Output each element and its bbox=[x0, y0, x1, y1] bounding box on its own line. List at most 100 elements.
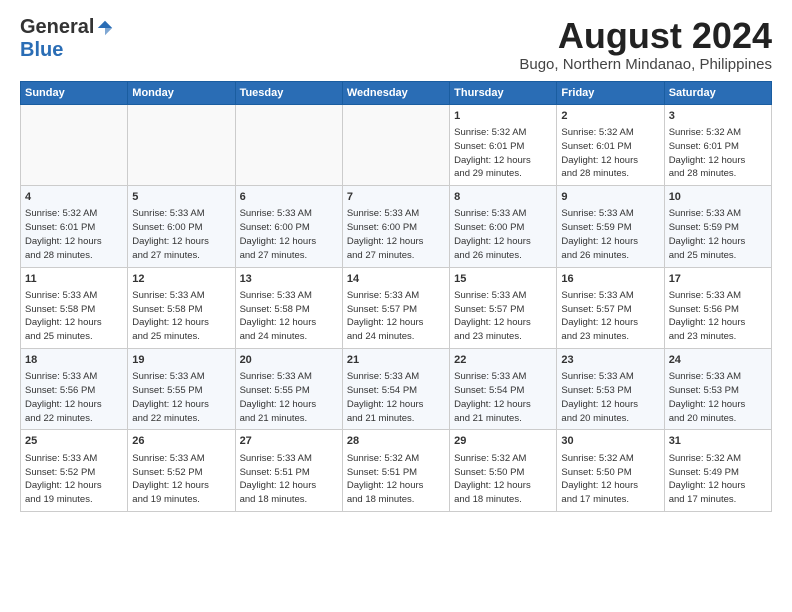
day-info: Sunrise: 5:33 AM Sunset: 5:58 PM Dayligh… bbox=[132, 289, 230, 344]
day-info: Sunrise: 5:33 AM Sunset: 5:56 PM Dayligh… bbox=[25, 370, 123, 425]
calendar-cell: 15Sunrise: 5:33 AM Sunset: 5:57 PM Dayli… bbox=[450, 267, 557, 348]
logo-blue-text: Blue bbox=[20, 39, 63, 61]
day-info: Sunrise: 5:33 AM Sunset: 5:52 PM Dayligh… bbox=[25, 452, 123, 507]
calendar-cell bbox=[342, 104, 449, 185]
calendar-week-row: 11 Sunrise: 5:33 AM Sunset: 5:58 PM Dayli… bbox=[21, 267, 772, 348]
day-info: Sunrise: 5:32 AM Sunset: 5:50 PM Dayligh… bbox=[561, 452, 659, 507]
calendar-cell bbox=[128, 104, 235, 185]
calendar-cell: 20 Sunrise: 5:33 AM Sunset: 5:55 PM Dayli… bbox=[235, 348, 342, 429]
calendar-cell: 26 Sunrise: 5:33 AM Sunset: 5:52 PM Dayli… bbox=[128, 430, 235, 511]
day-info: Sunrise: 5:33 AM Sunset: 6:00 PM Dayligh… bbox=[454, 207, 552, 262]
calendar-cell: 7Sunrise: 5:33 AM Sunset: 6:00 PM Daylig… bbox=[342, 186, 449, 267]
calendar-cell: 3 Sunrise: 5:32 AM Sunset: 6:01 PM Daylig… bbox=[664, 104, 771, 185]
day-info: Sunrise: 5:33 AM Sunset: 5:52 PM Dayligh… bbox=[132, 452, 230, 507]
calendar-cell: 17 Sunrise: 5:33 AM Sunset: 5:56 PM Dayli… bbox=[664, 267, 771, 348]
page-header: General Blue August 2024 Bugo, Northern … bbox=[20, 16, 772, 73]
day-number: 2 bbox=[561, 109, 659, 124]
day-number: 23 bbox=[561, 353, 659, 368]
day-number: 4 bbox=[25, 190, 123, 205]
day-number: 24 bbox=[669, 353, 767, 368]
day-number: 3 bbox=[669, 109, 767, 124]
day-number: 5 bbox=[132, 190, 230, 205]
day-number: 21 bbox=[347, 353, 445, 368]
calendar-cell: 14 Sunrise: 5:33 AM Sunset: 5:57 PM Dayli… bbox=[342, 267, 449, 348]
day-number: 7 bbox=[347, 190, 445, 205]
day-number: 10 bbox=[669, 190, 767, 205]
calendar-cell: 4 Sunrise: 5:32 AM Sunset: 6:01 PM Daylig… bbox=[21, 186, 128, 267]
day-info: Sunrise: 5:32 AM Sunset: 5:50 PM Dayligh… bbox=[454, 452, 552, 507]
weekday-header-thursday: Thursday bbox=[450, 81, 557, 104]
calendar-cell: 1Sunrise: 5:32 AM Sunset: 6:01 PM Daylig… bbox=[450, 104, 557, 185]
weekday-header-sunday: Sunday bbox=[21, 81, 128, 104]
day-number: 28 bbox=[347, 434, 445, 449]
calendar-cell: 10 Sunrise: 5:33 AM Sunset: 5:59 PM Dayli… bbox=[664, 186, 771, 267]
weekday-header-saturday: Saturday bbox=[664, 81, 771, 104]
calendar-cell bbox=[235, 104, 342, 185]
calendar-cell: 27 Sunrise: 5:33 AM Sunset: 5:51 PM Dayli… bbox=[235, 430, 342, 511]
day-number: 12 bbox=[132, 272, 230, 287]
day-number: 26 bbox=[132, 434, 230, 449]
day-number: 20 bbox=[240, 353, 338, 368]
calendar-cell: 12 Sunrise: 5:33 AM Sunset: 5:58 PM Dayli… bbox=[128, 267, 235, 348]
weekday-header-friday: Friday bbox=[557, 81, 664, 104]
weekday-header-wednesday: Wednesday bbox=[342, 81, 449, 104]
day-info: Sunrise: 5:33 AM Sunset: 5:55 PM Dayligh… bbox=[132, 370, 230, 425]
calendar-cell: 11 Sunrise: 5:33 AM Sunset: 5:58 PM Dayli… bbox=[21, 267, 128, 348]
day-info: Sunrise: 5:33 AM Sunset: 5:53 PM Dayligh… bbox=[561, 370, 659, 425]
calendar-week-row: 1Sunrise: 5:32 AM Sunset: 6:01 PM Daylig… bbox=[21, 104, 772, 185]
calendar-cell: 24 Sunrise: 5:33 AM Sunset: 5:53 PM Dayli… bbox=[664, 348, 771, 429]
day-number: 6 bbox=[240, 190, 338, 205]
day-info: Sunrise: 5:33 AM Sunset: 5:54 PM Dayligh… bbox=[347, 370, 445, 425]
day-info: Sunrise: 5:33 AM Sunset: 5:58 PM Dayligh… bbox=[25, 289, 123, 344]
day-info: Sunrise: 5:32 AM Sunset: 6:01 PM Dayligh… bbox=[561, 126, 659, 181]
day-number: 16 bbox=[561, 272, 659, 287]
logo-general-text: General bbox=[20, 16, 94, 39]
calendar-cell: 29Sunrise: 5:32 AM Sunset: 5:50 PM Dayli… bbox=[450, 430, 557, 511]
day-number: 30 bbox=[561, 434, 659, 449]
calendar-week-row: 18 Sunrise: 5:33 AM Sunset: 5:56 PM Dayli… bbox=[21, 348, 772, 429]
day-info: Sunrise: 5:33 AM Sunset: 6:00 PM Dayligh… bbox=[132, 207, 230, 262]
day-number: 27 bbox=[240, 434, 338, 449]
day-info: Sunrise: 5:33 AM Sunset: 5:59 PM Dayligh… bbox=[561, 207, 659, 262]
calendar-week-row: 4 Sunrise: 5:32 AM Sunset: 6:01 PM Daylig… bbox=[21, 186, 772, 267]
logo-icon bbox=[96, 19, 114, 37]
day-number: 8 bbox=[454, 190, 552, 205]
day-info: Sunrise: 5:33 AM Sunset: 5:51 PM Dayligh… bbox=[240, 452, 338, 507]
calendar-cell: 19 Sunrise: 5:33 AM Sunset: 5:55 PM Dayli… bbox=[128, 348, 235, 429]
calendar-cell: 25 Sunrise: 5:33 AM Sunset: 5:52 PM Dayli… bbox=[21, 430, 128, 511]
calendar-cell bbox=[21, 104, 128, 185]
day-number: 14 bbox=[347, 272, 445, 287]
calendar-cell: 18 Sunrise: 5:33 AM Sunset: 5:56 PM Dayli… bbox=[21, 348, 128, 429]
logo: General Blue bbox=[20, 16, 114, 62]
day-number: 11 bbox=[25, 272, 123, 287]
calendar-cell: 21 Sunrise: 5:33 AM Sunset: 5:54 PM Dayli… bbox=[342, 348, 449, 429]
calendar-cell: 9 Sunrise: 5:33 AM Sunset: 5:59 PM Daylig… bbox=[557, 186, 664, 267]
day-info: Sunrise: 5:33 AM Sunset: 5:57 PM Dayligh… bbox=[347, 289, 445, 344]
day-number: 19 bbox=[132, 353, 230, 368]
calendar-cell: 28Sunrise: 5:32 AM Sunset: 5:51 PM Dayli… bbox=[342, 430, 449, 511]
day-info: Sunrise: 5:33 AM Sunset: 5:56 PM Dayligh… bbox=[669, 289, 767, 344]
day-info: Sunrise: 5:33 AM Sunset: 5:53 PM Dayligh… bbox=[669, 370, 767, 425]
day-info: Sunrise: 5:33 AM Sunset: 5:58 PM Dayligh… bbox=[240, 289, 338, 344]
day-number: 9 bbox=[561, 190, 659, 205]
day-info: Sunrise: 5:32 AM Sunset: 6:01 PM Dayligh… bbox=[25, 207, 123, 262]
day-info: Sunrise: 5:33 AM Sunset: 5:55 PM Dayligh… bbox=[240, 370, 338, 425]
day-number: 31 bbox=[669, 434, 767, 449]
calendar-cell: 30 Sunrise: 5:32 AM Sunset: 5:50 PM Dayli… bbox=[557, 430, 664, 511]
page-subtitle: Bugo, Northern Mindanao, Philippines bbox=[519, 56, 772, 73]
page-title: August 2024 bbox=[519, 16, 772, 56]
day-number: 17 bbox=[669, 272, 767, 287]
day-number: 15 bbox=[454, 272, 552, 287]
calendar-header-row: SundayMondayTuesdayWednesdayThursdayFrid… bbox=[21, 81, 772, 104]
weekday-header-monday: Monday bbox=[128, 81, 235, 104]
calendar-cell: 22 Sunrise: 5:33 AM Sunset: 5:54 PM Dayli… bbox=[450, 348, 557, 429]
day-info: Sunrise: 5:33 AM Sunset: 5:59 PM Dayligh… bbox=[669, 207, 767, 262]
weekday-header-tuesday: Tuesday bbox=[235, 81, 342, 104]
calendar-cell: 31Sunrise: 5:32 AM Sunset: 5:49 PM Dayli… bbox=[664, 430, 771, 511]
day-number: 18 bbox=[25, 353, 123, 368]
day-number: 25 bbox=[25, 434, 123, 449]
day-info: Sunrise: 5:32 AM Sunset: 6:01 PM Dayligh… bbox=[669, 126, 767, 181]
calendar-week-row: 25 Sunrise: 5:33 AM Sunset: 5:52 PM Dayli… bbox=[21, 430, 772, 511]
day-info: Sunrise: 5:33 AM Sunset: 5:54 PM Dayligh… bbox=[454, 370, 552, 425]
day-number: 22 bbox=[454, 353, 552, 368]
